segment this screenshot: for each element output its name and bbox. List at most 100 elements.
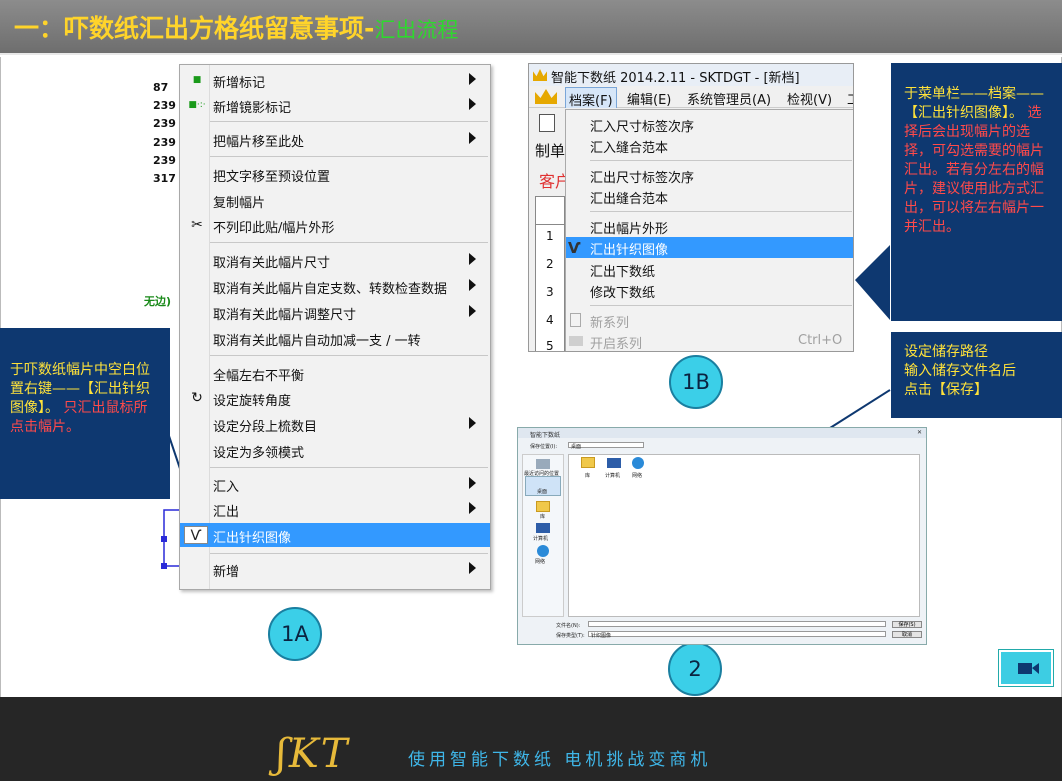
menu-item-add-mirror-marker[interactable]: ■·:· 新增镜影标记: [180, 93, 490, 117]
menu-item-unbalanced[interactable]: 全幅左右不平衡: [180, 361, 490, 385]
submenu-arrow-icon: [469, 253, 476, 265]
green-square-icon: ■: [192, 75, 202, 85]
menu-item-move-text[interactable]: 把文字移至预设位置: [180, 162, 490, 186]
filetype-label: 保存类型(T):: [556, 633, 585, 639]
menu-item-export-knit-image[interactable]: Ѵ 汇出针织图像: [566, 237, 853, 258]
submenu-arrow-icon: [469, 132, 476, 144]
dialog-title-bar: 智能下数纸 ✕: [518, 428, 926, 439]
open-folder-icon: [569, 336, 583, 346]
app-crown-icon: [533, 69, 547, 81]
menu-item-multi-collar[interactable]: 设定为多领模式: [180, 438, 490, 462]
menu-separator: [590, 305, 852, 306]
file-list: 库 计算机 网络: [568, 454, 920, 617]
menu-item-add-marker[interactable]: ■ 新增标记: [180, 68, 490, 92]
places-sidebar: 最近访问的位置 桌面 库 计算机 网络: [522, 454, 564, 617]
row-number: 3: [546, 285, 554, 299]
computer-folder-icon[interactable]: [607, 458, 621, 468]
knit-image-icon: Ѵ: [568, 239, 581, 257]
menu-separator: [210, 355, 488, 356]
menu-bar: 档案(F) 编辑(E) 系统管理员(A) 检视(V) 工: [529, 86, 853, 112]
submenu-arrow-icon: [469, 73, 476, 85]
callout-1a: 于吓数纸幅片中空白位置右键——【汇出针织图像】。 只汇出鼠标所点击幅片。: [0, 328, 170, 499]
menu-separator: [210, 242, 488, 243]
filename-input[interactable]: [588, 621, 886, 627]
network-folder-icon[interactable]: [632, 457, 644, 469]
submenu-arrow-icon: [469, 305, 476, 317]
row-number: 4: [546, 313, 554, 327]
menu-item-cancel-custom[interactable]: 取消有关此幅片自定支数、转数检查数据: [180, 274, 490, 298]
app-menu-icon[interactable]: [535, 89, 557, 104]
new-file-icon[interactable]: [539, 114, 555, 132]
library-folder-icon[interactable]: [581, 457, 595, 468]
close-icon[interactable]: ✕: [917, 429, 922, 436]
file-dropdown-menu: 汇入尺寸标签次序 汇入缝合范本 汇出尺寸标签次序 汇出缝合范本 汇出幅片外形 Ѵ…: [565, 109, 853, 351]
submenu-arrow-icon: [469, 417, 476, 429]
menu-item-modify-spec-sheet[interactable]: 修改下数纸: [566, 280, 853, 301]
menu-view[interactable]: 检视(V): [787, 89, 832, 108]
save-button[interactable]: 保存(S): [892, 621, 922, 628]
submenu-arrow-icon: [469, 502, 476, 514]
submenu-arrow-icon: [469, 98, 476, 110]
mirror-marker-icon: ■·:·: [188, 100, 206, 110]
callout-2: 设定储存路径 输入储存文件名后 点击【保存】: [891, 332, 1062, 418]
menu-separator: [590, 211, 852, 212]
menu-item-cancel-auto[interactable]: 取消有关此幅片自动加减一支 / 一转: [180, 326, 490, 350]
menu-item-open-series[interactable]: 开启系列 Ctrl+O: [566, 331, 853, 351]
footer-slogan: 使用智能下数纸 电机挑战变商机: [408, 750, 712, 770]
menu-item-move-piece[interactable]: 把幅片移至此处: [180, 127, 490, 151]
menu-item-export[interactable]: 汇出: [180, 497, 490, 521]
step-1a-badge: 1A: [268, 607, 322, 661]
menu-admin[interactable]: 系统管理员(A): [687, 89, 771, 108]
camera-icon: [1018, 663, 1032, 674]
row-number: 1: [546, 229, 554, 243]
menu-separator: [590, 160, 852, 161]
menu-item-no-print[interactable]: ✂ 不列印此贴/幅片外形: [180, 213, 490, 237]
save-in-select[interactable]: 桌面: [568, 442, 644, 450]
cancel-button[interactable]: 取消: [892, 631, 922, 638]
menu-item-new-series[interactable]: 新系列: [566, 310, 853, 331]
menu-item-import-size-order[interactable]: 汇入尺寸标签次序: [566, 114, 853, 135]
menu-item-export-seam-template[interactable]: 汇出缝合范本: [566, 186, 853, 207]
computer-icon[interactable]: [536, 523, 550, 533]
menu-item-segment[interactable]: 设定分段上梳数目: [180, 412, 490, 436]
menu-item-export-spec-sheet[interactable]: 汇出下数纸: [566, 259, 853, 280]
menu-item-import-seam-template[interactable]: 汇入缝合范本: [566, 135, 853, 156]
menu-item-add[interactable]: 新增: [180, 557, 490, 581]
step-2-badge: 2: [668, 642, 722, 696]
menu-item-rotate[interactable]: ↻ 设定旋转角度: [180, 386, 490, 410]
network-icon[interactable]: [537, 545, 549, 557]
new-series-icon: [570, 313, 581, 327]
row-number: 5: [546, 339, 554, 352]
skt-logo: ʃKT: [276, 731, 350, 777]
menu-item-export-piece-outline[interactable]: 汇出幅片外形: [566, 216, 853, 237]
step-1b-badge: 1B: [669, 355, 723, 409]
menu-item-cancel-size[interactable]: 取消有关此幅片尺寸: [180, 248, 490, 272]
save-in-label: 保存位置(I):: [530, 444, 558, 450]
menu-separator: [210, 467, 488, 468]
menu-item-cancel-adjust[interactable]: 取消有关此幅片调整尺寸: [180, 300, 490, 324]
rotate-360-icon: ↻: [191, 390, 203, 406]
menu-item-export-size-order[interactable]: 汇出尺寸标签次序: [566, 165, 853, 186]
menu-separator: [210, 121, 488, 122]
menu-separator: [210, 553, 488, 554]
menu-item-copy-piece[interactable]: 复制幅片: [180, 188, 490, 212]
knit-image-icon: Ѵ: [184, 526, 208, 544]
submenu-arrow-icon: [469, 562, 476, 574]
menu-tools[interactable]: 工: [847, 89, 853, 108]
video-camera-button[interactable]: [999, 650, 1053, 686]
library-icon[interactable]: [536, 501, 550, 512]
menu-item-export-knit-image[interactable]: Ѵ 汇出针织图像: [180, 523, 490, 547]
callout-1b: 于菜单栏——档案——【汇出针织图像】。 选择后会出现幅片的选择，可勾选需要的幅片…: [891, 63, 1062, 321]
submenu-arrow-icon: [469, 279, 476, 291]
window-title-bar: 智能下数纸 2014.2.11 - SKTDGT - [新档]: [529, 64, 853, 86]
row-number: 2: [546, 257, 554, 271]
menu-item-import[interactable]: 汇入: [180, 472, 490, 496]
recent-places-icon[interactable]: [536, 459, 550, 469]
submenu-arrow-icon: [469, 477, 476, 489]
tab-order-label[interactable]: 制单: [535, 140, 565, 161]
grid-row-headers: 1 2 3 4 5: [535, 196, 566, 352]
context-menu: ■ 新增标记 ■·:· 新增镜影标记 把幅片移至此处 把文字移至预设位置 复制幅片 …: [179, 64, 491, 590]
menu-edit[interactable]: 编辑(E): [627, 89, 671, 108]
filetype-select[interactable]: 针织图像: [588, 631, 886, 639]
menu-separator: [210, 156, 488, 157]
